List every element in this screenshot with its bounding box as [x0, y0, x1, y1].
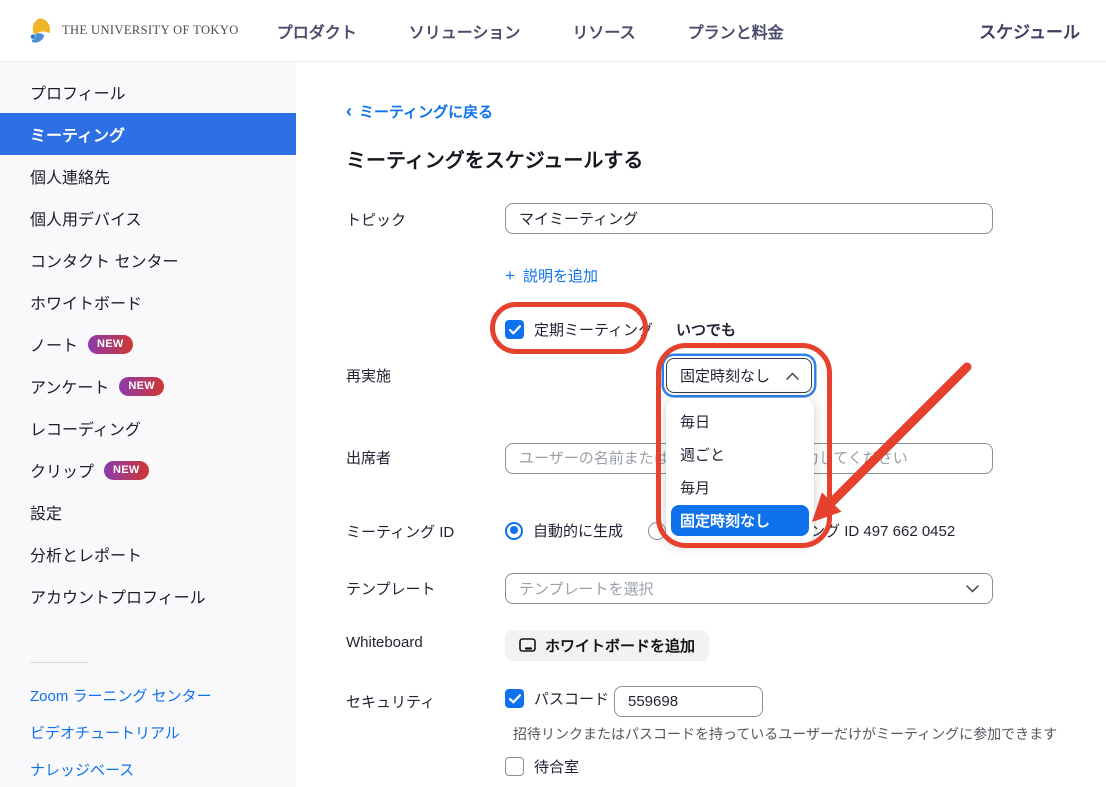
sidebar-item-settings[interactable]: 設定 [0, 491, 296, 533]
recurrence-option-weekly[interactable]: 週ごと [666, 438, 814, 471]
passcode-row: パスコード [505, 688, 609, 709]
recurring-meeting-row: 定期ミーティング [505, 319, 653, 340]
sidebar-item-profile[interactable]: プロフィール [0, 71, 296, 113]
recurrence-option-daily[interactable]: 毎日 [666, 405, 814, 438]
sidebar-divider [30, 662, 88, 663]
sidebar-item-recordings[interactable]: レコーディング [0, 407, 296, 449]
sidebar-item-personal-contacts[interactable]: 個人連絡先 [0, 155, 296, 197]
sidebar-menu: プロフィール ミーティング 個人連絡先 個人用デバイス コンタクト センター ホ… [0, 62, 296, 617]
whiteboard-icon [519, 638, 536, 653]
sidebar: プロフィール ミーティング 個人連絡先 個人用デバイス コンタクト センター ホ… [0, 62, 296, 787]
new-badge: NEW [88, 335, 133, 354]
waiting-room-checkbox[interactable] [505, 757, 524, 776]
anytime-label: いつでも [676, 319, 736, 340]
radio-selected-icon[interactable] [505, 522, 523, 540]
check-icon [509, 325, 521, 335]
sidebar-item-account-profile[interactable]: アカウントプロフィール [0, 575, 296, 617]
meeting-id-auto-option[interactable]: 自動的に生成 [505, 520, 623, 541]
passcode-help-text: 招待リンクまたはパスコードを持っているユーザーだけがミーティングに参加できます [513, 724, 1057, 744]
nav-plans-pricing[interactable]: プランと料金 [688, 19, 784, 43]
waiting-room-row: 待合室 [505, 756, 579, 777]
main-content: ‹ ミーティングに戻る ミーティングをスケジュールする トピック + 説明を追加… [296, 62, 1106, 787]
topic-input[interactable] [505, 203, 993, 234]
whiteboard-label: Whiteboard [346, 634, 423, 651]
recurrence-option-no-fixed-time[interactable]: 固定時刻なし [671, 505, 809, 536]
new-badge: NEW [104, 461, 149, 480]
sidebar-item-clips[interactable]: クリップNEW [0, 449, 296, 491]
nav-solutions[interactable]: ソリューション [409, 19, 521, 43]
new-badge: NEW [119, 377, 164, 396]
add-description-link[interactable]: + 説明を追加 [505, 265, 598, 286]
sidebar-item-reports[interactable]: 分析とレポート [0, 533, 296, 575]
header-right: スケジュール [979, 18, 1080, 43]
template-select[interactable]: テンプレートを選択 [505, 573, 993, 604]
university-of-tokyo-logo[interactable]: THE UNIVERSITY OF TOKYO [24, 16, 239, 46]
recurring-meeting-label: 定期ミーティング [534, 319, 653, 340]
sidebar-item-meetings[interactable]: ミーティング [0, 113, 296, 155]
check-icon [509, 694, 521, 704]
recurrence-label: 再実施 [346, 365, 391, 386]
recurring-meeting-checkbox[interactable] [505, 320, 524, 339]
recurrence-dropdown-trigger[interactable]: 固定時刻なし [666, 358, 812, 393]
sidebar-link-knowledge-base[interactable]: ナレッジベース [30, 751, 212, 787]
sidebar-item-surveys[interactable]: アンケートNEW [0, 365, 296, 407]
recurrence-option-monthly[interactable]: 毎月 [666, 471, 814, 504]
add-whiteboard-button[interactable]: ホワイトボードを追加 [505, 630, 709, 661]
passcode-input[interactable] [614, 686, 763, 717]
topic-label: トピック [346, 209, 406, 230]
security-label: セキュリティ [346, 691, 435, 712]
top-header: THE UNIVERSITY OF TOKYO プロダクト ソリューション リソ… [0, 0, 1106, 62]
attendees-label: 出席者 [346, 447, 391, 468]
template-label: テンプレート [346, 578, 436, 599]
primary-nav: プロダクト ソリューション リソース プランと料金 [277, 19, 784, 43]
logo-text: THE UNIVERSITY OF TOKYO [62, 23, 239, 38]
schedule-link[interactable]: スケジュール [979, 23, 1080, 42]
chevron-down-icon [966, 585, 979, 593]
page-title: ミーティングをスケジュールする [346, 144, 643, 173]
sidebar-link-video-tutorials[interactable]: ビデオチュートリアル [30, 714, 212, 751]
nav-products[interactable]: プロダクト [277, 19, 357, 43]
nav-resources[interactable]: リソース [572, 19, 635, 43]
chevron-left-icon: ‹ [346, 104, 352, 119]
sidebar-item-whiteboard[interactable]: ホワイトボード [0, 281, 296, 323]
meeting-id-label: ミーティング ID [346, 521, 454, 542]
sidebar-item-personal-devices[interactable]: 個人用デバイス [0, 197, 296, 239]
zoom-schedule-page: THE UNIVERSITY OF TOKYO プロダクト ソリューション リソ… [0, 0, 1106, 787]
sidebar-item-contact-center[interactable]: コンタクト センター [0, 239, 296, 281]
recurrence-dropdown-menu: 毎日 週ごと 毎月 固定時刻なし [666, 398, 814, 543]
sidebar-item-notes[interactable]: ノートNEW [0, 323, 296, 365]
back-to-meetings-link[interactable]: ‹ ミーティングに戻る [346, 101, 493, 122]
radio-unselected-icon[interactable] [648, 522, 666, 540]
passcode-label: パスコード [534, 688, 609, 709]
sidebar-link-learning-center[interactable]: Zoom ラーニング センター [30, 677, 212, 714]
waiting-room-label: 待合室 [534, 756, 579, 777]
passcode-checkbox[interactable] [505, 689, 524, 708]
plus-icon: + [505, 266, 515, 286]
chevron-up-icon [786, 372, 799, 380]
ginkgo-leaf-icon [24, 16, 54, 46]
sidebar-footer: Zoom ラーニング センター ビデオチュートリアル ナレッジベース [30, 662, 212, 787]
